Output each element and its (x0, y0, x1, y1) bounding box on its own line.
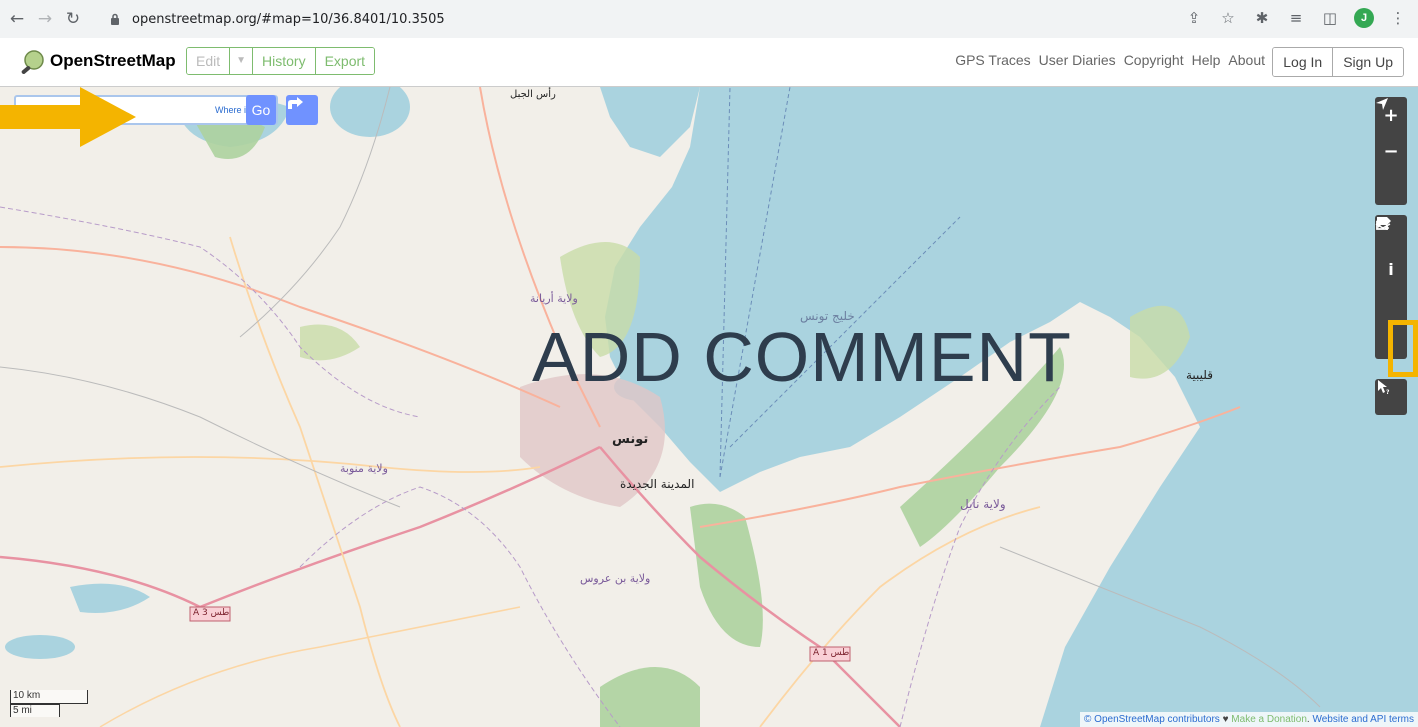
reload-icon[interactable]: ↻ (62, 8, 84, 30)
edit-button[interactable]: Edit (187, 48, 231, 74)
query-icon[interactable]: ? (1375, 379, 1407, 415)
zoom-out-icon[interactable]: − (1375, 133, 1407, 169)
info-icon[interactable]: i (1375, 251, 1407, 287)
about-link[interactable]: About (1228, 52, 1265, 68)
share-page-icon[interactable]: ⇪ (1184, 8, 1204, 28)
scale-km: 10 km (10, 690, 88, 704)
heart-icon: ♥ (1222, 714, 1229, 725)
osm-logo-icon[interactable] (20, 49, 46, 75)
label-tunis: تونس (612, 432, 649, 447)
scale-bar: 10 km 5 mi (10, 690, 88, 717)
site-header: OpenStreetMap Edit ▼ History Export GPS … (0, 38, 1418, 87)
extensions-icon[interactable]: ✱ (1252, 8, 1272, 28)
add-comment-callout: ADD COMMENT (532, 318, 1072, 396)
header-links: GPS Traces User Diaries Copyright Help A… (955, 52, 1265, 68)
contributors-link[interactable]: © OpenStreetMap contributors (1084, 714, 1220, 725)
edit-dropdown-icon[interactable]: ▼ (230, 48, 254, 74)
url-text: openstreetmap.org/#map=10/36.8401/10.350… (132, 11, 445, 27)
directions-button[interactable] (286, 95, 318, 125)
reading-list-icon[interactable]: ≡ (1286, 8, 1306, 28)
locate-icon[interactable] (1375, 98, 1407, 205)
browser-toolbar: ← → ↻ openstreetmap.org/#map=10/36.8401/… (0, 0, 1418, 38)
callout-arrow-icon (0, 87, 136, 147)
label-ariana: ولاية أريانة (530, 292, 578, 305)
signup-button[interactable]: Sign Up (1333, 48, 1403, 76)
menu-kebab-icon[interactable]: ⋮ (1388, 8, 1408, 28)
map-canvas[interactable]: خليج تونس تونس ولاية نابل قليبية ولاية أ… (0, 87, 1418, 727)
label-ben-arous: ولاية بن عروس (580, 572, 651, 585)
road-shield-a1: A 1 طس (813, 648, 850, 658)
site-title[interactable]: OpenStreetMap (50, 51, 176, 71)
lock-icon (108, 12, 122, 26)
zoom-controls: + − (1375, 97, 1407, 205)
bookmark-star-icon[interactable]: ☆ (1218, 8, 1238, 28)
label-kelibia: قليبية (1186, 368, 1214, 382)
user-diaries-link[interactable]: User Diaries (1039, 52, 1116, 68)
attribution: © OpenStreetMap contributors ♥ Make a Do… (1080, 712, 1418, 727)
help-link[interactable]: Help (1192, 52, 1221, 68)
label-ras-el-jebel: رأس الجبل (510, 89, 556, 100)
address-bar[interactable]: openstreetmap.org/#map=10/36.8401/10.350… (108, 6, 1188, 32)
label-nabeul: ولاية نابل (960, 497, 1006, 511)
directions-icon (288, 97, 303, 109)
add-note-highlight (1388, 320, 1418, 377)
login-button[interactable]: Log In (1273, 48, 1334, 76)
copyright-link[interactable]: Copyright (1124, 52, 1184, 68)
export-button[interactable]: Export (315, 48, 375, 74)
gps-traces-link[interactable]: GPS Traces (955, 52, 1030, 68)
edit-button-group: Edit ▼ History Export (186, 47, 376, 75)
label-manouba: ولاية منوبة (340, 462, 388, 475)
query-controls: ? (1375, 379, 1407, 415)
terms-link[interactable]: Website and API terms (1312, 714, 1414, 725)
profile-avatar[interactable]: J (1354, 8, 1374, 28)
donate-link[interactable]: Make a Donation (1231, 714, 1307, 725)
back-icon[interactable]: ← (6, 8, 28, 30)
svg-text:?: ? (1386, 389, 1390, 395)
scale-mi: 5 mi (10, 704, 60, 717)
label-medina-jadida: المدينة الجديدة (620, 477, 695, 491)
history-button[interactable]: History (253, 48, 316, 74)
auth-buttons: Log In Sign Up (1272, 47, 1404, 77)
forward-icon[interactable]: → (34, 8, 56, 30)
map-tiles (0, 87, 1418, 727)
share-icon[interactable] (1375, 217, 1407, 323)
side-panel-icon[interactable]: ◫ (1320, 8, 1340, 28)
go-button[interactable]: Go (246, 95, 276, 125)
road-shield-a3: A 3 طس (193, 608, 230, 618)
